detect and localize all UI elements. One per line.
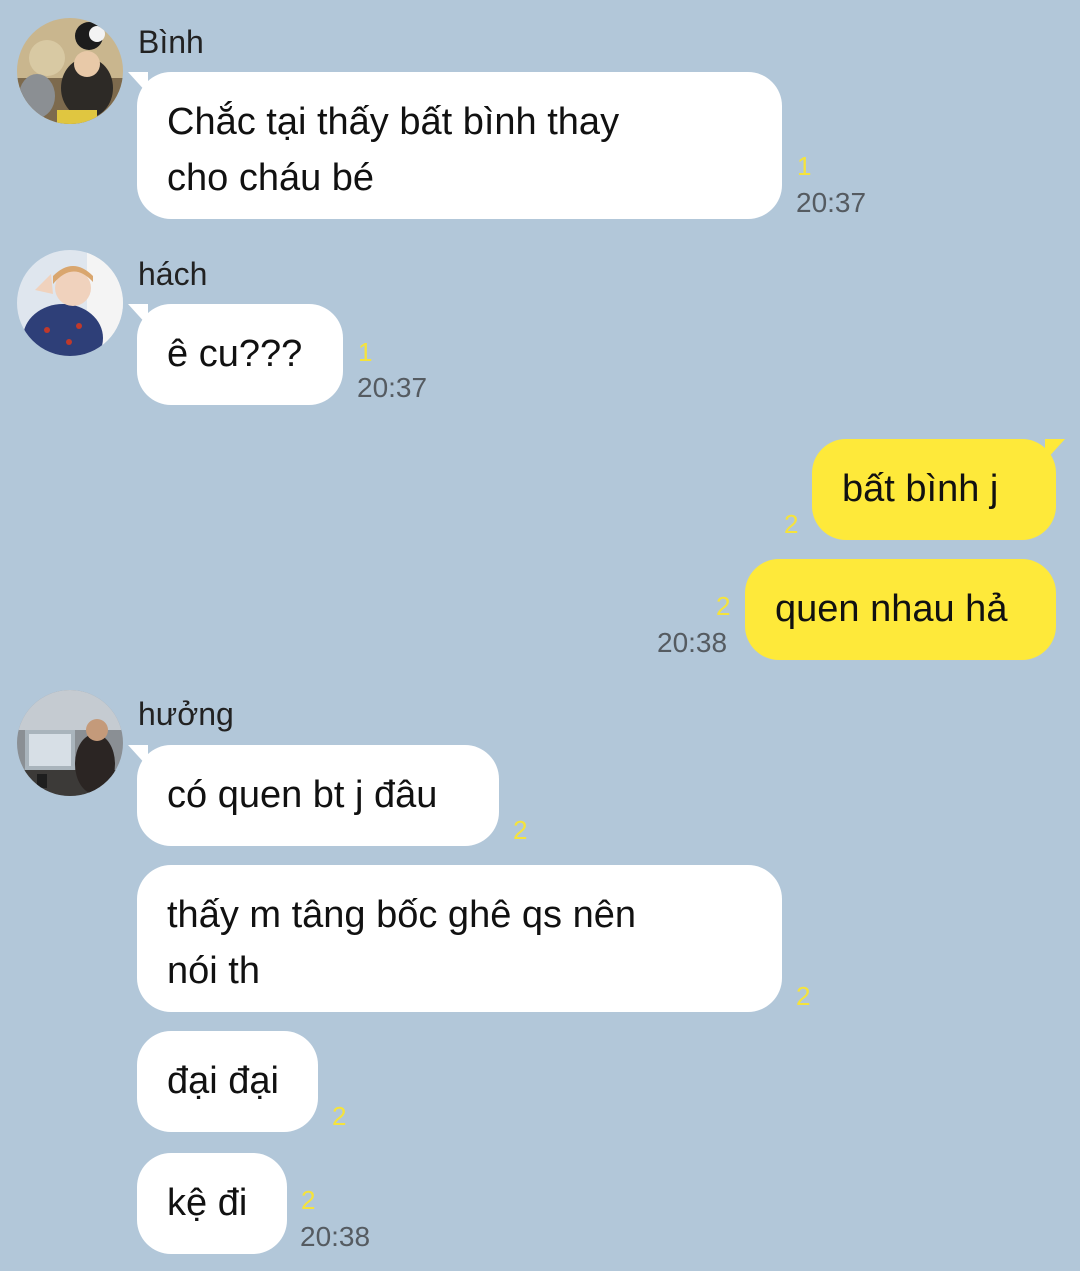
message-bubble-outgoing[interactable]: bất bình j — [812, 439, 1065, 540]
bubble-tail — [128, 72, 148, 94]
unread-count: 2 — [332, 1101, 347, 1131]
message-bubble-outgoing[interactable]: quen nhau hả — [745, 559, 1056, 660]
message-text: có quen bt j đâu — [167, 774, 438, 816]
message-bubble[interactable]: có quen bt j đâu — [128, 745, 499, 846]
sender-name: hưởng — [138, 696, 234, 732]
message-timestamp: 20:38 — [657, 627, 728, 658]
unread-count: 1 — [358, 337, 373, 367]
unread-count: 2 — [796, 981, 811, 1011]
avatar-hach[interactable] — [17, 250, 123, 356]
user-photo-icon — [17, 250, 123, 356]
user-photo-icon — [17, 18, 123, 124]
message-text: kệ đi — [167, 1182, 248, 1224]
sender-name: Bình — [138, 24, 204, 60]
message-bubble[interactable]: Chắc tại thấy bất bình thay cho cháu bé — [128, 72, 782, 219]
message-timestamp: 20:37 — [796, 187, 867, 218]
message-bubble[interactable]: thấy m tâng bốc ghê qs nên nói th — [137, 865, 782, 1012]
message-timestamp: 20:37 — [357, 372, 428, 403]
message-text: ê cu??? — [167, 333, 303, 375]
unread-count: 2 — [513, 815, 528, 845]
message-text: quen nhau hả — [775, 588, 1008, 630]
message-timestamp: 20:38 — [300, 1221, 371, 1252]
unread-count: 2 — [716, 591, 731, 621]
user-photo-icon — [17, 690, 123, 796]
message-text: thấy m tâng bốc ghê qs nên — [167, 894, 636, 936]
message-text: nói th — [167, 950, 260, 992]
message-bubble[interactable]: đại đại — [137, 1031, 318, 1132]
bubble-tail — [128, 304, 148, 326]
avatar-binh[interactable] — [17, 18, 123, 124]
avatar-huong[interactable] — [17, 690, 123, 796]
bubble-tail — [128, 745, 148, 767]
message-text: đại đại — [167, 1060, 279, 1102]
message-text: Chắc tại thấy bất bình thay — [167, 101, 620, 143]
bubble-tail — [1045, 439, 1065, 461]
unread-count: 2 — [301, 1185, 316, 1215]
message-bubble[interactable]: ê cu??? — [128, 304, 343, 405]
sender-name: hách — [138, 256, 208, 292]
message-bubble[interactable]: kệ đi — [137, 1153, 287, 1254]
message-text: bất bình j — [842, 468, 999, 510]
unread-count: 2 — [784, 509, 799, 539]
unread-count: 1 — [797, 151, 812, 181]
message-text: cho cháu bé — [167, 157, 375, 199]
